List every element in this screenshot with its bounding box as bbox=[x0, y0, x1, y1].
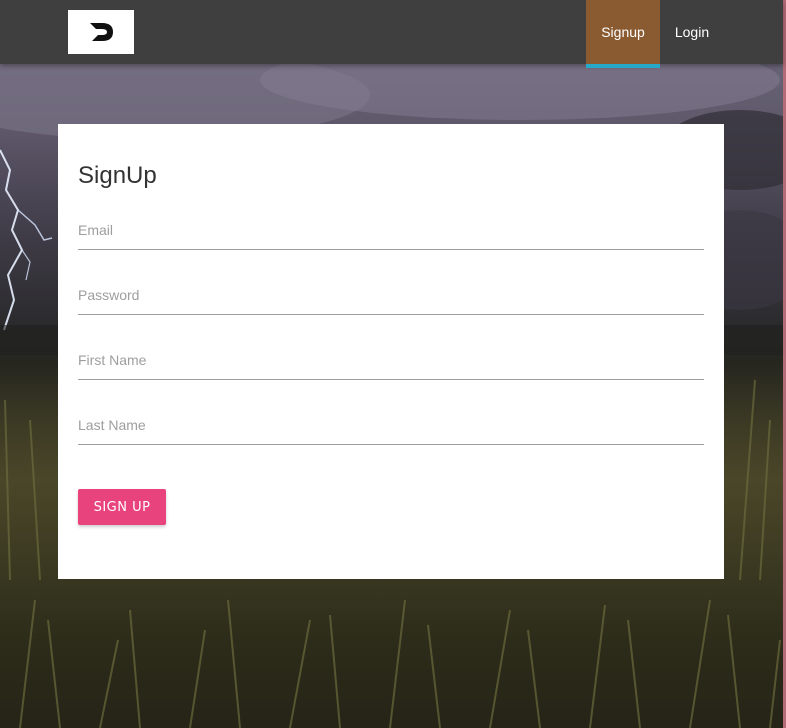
nav-signup-label: Signup bbox=[601, 24, 645, 40]
signup-card: SignUp SIGN UP bbox=[58, 124, 724, 579]
first-name-field[interactable] bbox=[78, 343, 704, 377]
email-field[interactable] bbox=[78, 213, 704, 247]
password-field[interactable] bbox=[78, 278, 704, 312]
nav-login-label: Login bbox=[674, 24, 710, 40]
navbar: Signup Login bbox=[0, 0, 783, 68]
last-name-field-wrapper bbox=[78, 408, 704, 445]
nav-login-tab[interactable]: Login bbox=[660, 0, 724, 64]
email-field-wrapper bbox=[78, 213, 704, 250]
signup-button[interactable]: SIGN UP bbox=[78, 489, 166, 525]
first-name-field-wrapper bbox=[78, 343, 704, 380]
nav-signup-tab[interactable]: Signup bbox=[586, 0, 660, 68]
d-logo-icon bbox=[88, 23, 113, 41]
password-field-wrapper bbox=[78, 278, 704, 315]
last-name-field[interactable] bbox=[78, 408, 704, 442]
logo[interactable] bbox=[68, 10, 134, 54]
form-title: SignUp bbox=[78, 162, 157, 189]
